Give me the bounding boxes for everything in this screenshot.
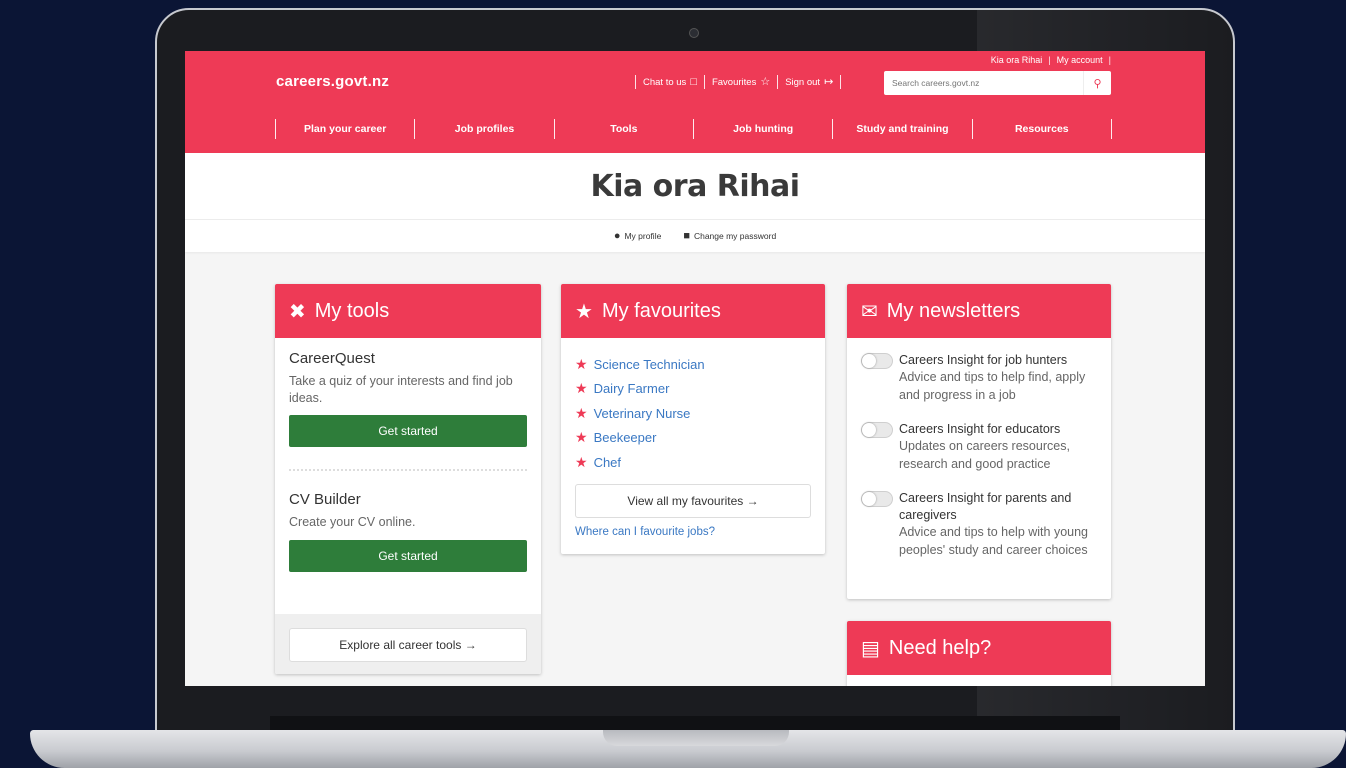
my-profile-link[interactable]: ● My profile	[613, 229, 662, 242]
star-outline-icon: ☆	[760, 75, 771, 88]
favourites-list: ★ Science Technician ★ Dairy Farmer ★ Veter…	[561, 338, 825, 475]
search-box: ⚲	[884, 71, 1111, 95]
favourite-link[interactable]: Science Technician	[594, 357, 705, 372]
tool-name: CV Builder	[289, 491, 361, 508]
need-help-title: Need help?	[888, 636, 992, 659]
page-title: Kia ora Rihai	[590, 169, 800, 204]
nav-item-resources[interactable]: Resources	[971, 119, 1112, 139]
change-password-link[interactable]: ■ Change my password	[683, 229, 777, 242]
newsletter-item: Careers Insight for job hunters Advice a…	[847, 352, 1111, 404]
camera	[689, 28, 699, 38]
star-icon: ★	[575, 429, 588, 446]
site-header: careers.govt.nz Kia ora Rihai | My accou…	[185, 51, 1205, 153]
newsletter-title: Careers Insight for educators	[899, 422, 1061, 436]
cv-builder-get-started-button[interactable]: Get started	[289, 540, 527, 572]
star-icon: ★	[575, 355, 588, 372]
chat-icon: □	[690, 75, 697, 88]
my-favourites-title: My favourites	[601, 299, 721, 322]
change-password-label: Change my password	[693, 231, 777, 241]
search-input[interactable]	[884, 71, 1083, 95]
tool-careerquest: CareerQuest Take a quiz of your interest…	[275, 338, 541, 447]
newsletter-toggle[interactable]	[861, 422, 893, 438]
my-favourites-card: ★ My favourites ★ Science Technician ★ Dai…	[561, 284, 825, 554]
list-item[interactable]: ★ Veterinary Nurse	[575, 401, 811, 426]
my-tools-header: ✖ My tools	[275, 284, 541, 338]
tools-icon: ✖	[289, 300, 306, 323]
favourite-link[interactable]: Beekeeper	[594, 430, 657, 445]
nav-item-study-and-training[interactable]: Study and training	[832, 119, 971, 139]
my-newsletters-card: ✉ My newsletters Careers Insight for job…	[847, 284, 1111, 599]
newsletter-toggle[interactable]	[861, 491, 893, 507]
my-profile-label: My profile	[624, 231, 662, 241]
favourite-link[interactable]: Dairy Farmer	[594, 381, 670, 396]
nav-item-job-hunting[interactable]: Job hunting	[692, 119, 832, 139]
view-all-favourites-button[interactable]: View all my favourites →	[575, 483, 811, 518]
newsletter-description: Updates on careers resources, research a…	[899, 439, 1070, 471]
need-help-card: ▤ Need help?	[847, 621, 1111, 686]
sign-out-label: Sign out	[785, 76, 821, 88]
site-logo[interactable]: careers.govt.nz	[276, 73, 389, 90]
newsletter-item: Careers Insight for educators Updates on…	[847, 421, 1111, 473]
greeting-banner: Kia ora Rihai	[185, 153, 1205, 220]
search-icon[interactable]: ⚲	[1083, 71, 1111, 95]
careerquest-get-started-button[interactable]: Get started	[289, 415, 527, 447]
nav-item-plan-your-career[interactable]: Plan your career	[275, 119, 414, 139]
envelope-icon: ✉	[861, 300, 878, 323]
list-item[interactable]: ★ Beekeeper	[575, 426, 811, 451]
sign-out-icon: ↦	[824, 75, 834, 88]
tool-cv-builder: CV Builder Create your CV online. Get st…	[275, 471, 541, 572]
star-icon: ★	[575, 404, 588, 421]
lock-icon: ■	[683, 229, 690, 242]
profile-subnav: ● My profile ■ Change my password	[185, 220, 1205, 252]
tool-description: Create your CV online.	[289, 515, 416, 529]
list-item[interactable]: ★ Chef	[575, 450, 811, 475]
separator: |	[1108, 55, 1111, 65]
account-greeting-link[interactable]: Kia ora Rihai	[991, 55, 1043, 65]
star-icon: ★	[575, 380, 588, 397]
my-newsletters-title: My newsletters	[886, 299, 1021, 322]
newsletter-title: Careers Insight for parents and caregive…	[899, 491, 1072, 522]
list-item[interactable]: ★ Dairy Farmer	[575, 377, 811, 402]
separator: |	[1048, 55, 1051, 65]
my-tools-title: My tools	[314, 299, 390, 322]
tool-name: CareerQuest	[289, 350, 375, 367]
nav-item-job-profiles[interactable]: Job profiles	[414, 119, 553, 139]
favourites-link[interactable]: Favourites ☆	[703, 75, 777, 89]
laptop-notch	[603, 730, 789, 746]
chat-link[interactable]: Chat to us □	[635, 75, 704, 89]
favourite-help-link[interactable]: Where can I favourite jobs?	[561, 518, 825, 546]
my-account-link[interactable]: My account	[1057, 55, 1103, 65]
favourite-link[interactable]: Veterinary Nurse	[594, 406, 691, 421]
tools-footer: Explore all career tools →	[275, 614, 541, 674]
utility-links: Chat to us □ Favourites ☆ Sign out ↦	[635, 75, 842, 89]
account-links: Kia ora Rihai | My account |	[991, 55, 1111, 65]
laptop-hinge	[270, 716, 1120, 730]
my-newsletters-header: ✉ My newsletters	[847, 284, 1111, 338]
newsletter-title: Careers Insight for job hunters	[899, 353, 1068, 367]
newsletter-description: Advice and tips to help with young peopl…	[899, 525, 1089, 557]
favourites-label: Favourites	[711, 76, 757, 88]
user-icon: ●	[613, 229, 621, 242]
need-help-header[interactable]: ▤ Need help?	[847, 621, 1111, 675]
newsletter-description: Advice and tips to help find, apply and …	[899, 370, 1086, 402]
sign-out-link[interactable]: Sign out ↦	[777, 75, 842, 89]
chat-bubble-icon: ▤	[861, 637, 880, 660]
tool-description: Take a quiz of your interests and find j…	[289, 374, 513, 405]
newsletter-toggle[interactable]	[861, 353, 893, 369]
chat-label: Chat to us	[643, 76, 687, 88]
star-icon: ★	[575, 300, 593, 323]
main-nav: Plan your career Job profiles Tools Job …	[275, 119, 1112, 139]
my-favourites-header: ★ My favourites	[561, 284, 825, 338]
my-tools-card: ✖ My tools CareerQuest Take a quiz of yo…	[275, 284, 541, 674]
newsletter-item: Careers Insight for parents and caregive…	[847, 490, 1111, 559]
favourite-link[interactable]: Chef	[594, 455, 621, 470]
list-item[interactable]: ★ Science Technician	[575, 352, 811, 377]
browser-screen: careers.govt.nz Kia ora Rihai | My accou…	[185, 51, 1205, 686]
star-icon: ★	[575, 453, 588, 470]
nav-item-tools[interactable]: Tools	[553, 119, 693, 139]
explore-career-tools-button[interactable]: Explore all career tools →	[289, 628, 527, 662]
